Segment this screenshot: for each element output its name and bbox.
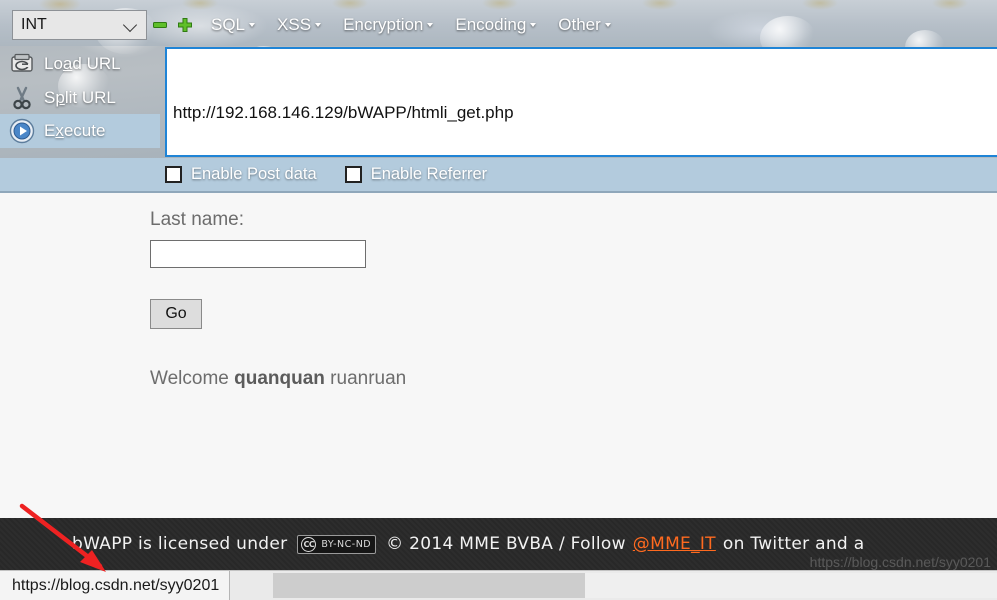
menu-other-label: Other	[558, 15, 601, 34]
footer-license-text: bWAPP is licensed under CC BY-NC-ND © 20…	[72, 534, 864, 554]
mode-select-value: INT	[21, 16, 47, 33]
footer-text-tail: on Twitter and a	[722, 534, 865, 554]
enable-post-data-label: Enable Post data	[191, 164, 317, 183]
welcome-suffix: ruanruan	[324, 368, 407, 389]
hackbar-menubar: SQL XSS Encryption Encoding Other	[200, 12, 622, 38]
caret-down-icon	[604, 23, 611, 27]
plus-icon	[178, 18, 192, 32]
hackbar-divider	[0, 191, 997, 193]
url-textarea[interactable]: http://192.168.146.129/bWAPP/htmli_get.p…	[165, 47, 997, 157]
screenshot-root: INT SQL XSS Encryption Encoding Other Lo…	[0, 0, 997, 600]
menu-other[interactable]: Other	[547, 15, 622, 35]
hackbar-panel: INT SQL XSS Encryption Encoding Other Lo…	[0, 0, 997, 193]
load-url-label: Load URL	[44, 54, 121, 73]
load-url-button[interactable]: Load URL	[0, 47, 160, 81]
caret-down-icon	[427, 23, 434, 27]
url-line-1: http://192.168.146.129/bWAPP/htmli_get.p…	[173, 103, 514, 122]
enable-referrer-checkbox[interactable]	[344, 165, 362, 183]
cc-terms: BY-NC-ND	[321, 538, 372, 550]
horizontal-scrollbar-track[interactable]	[273, 573, 997, 598]
menu-encryption[interactable]: Encryption	[332, 15, 444, 35]
hackbar-checkbox-row: Enable Post data Enable Referrer	[165, 158, 997, 190]
add-tab-button[interactable]	[178, 18, 192, 32]
menu-xss-label: XSS	[277, 15, 312, 34]
play-circle-icon	[0, 118, 44, 144]
menu-sql-label: SQL	[211, 15, 246, 34]
remove-tab-button[interactable]	[153, 18, 167, 32]
split-url-button[interactable]: Split URL	[0, 81, 160, 115]
menu-encoding[interactable]: Encoding	[444, 15, 547, 35]
go-button[interactable]: Go	[150, 299, 202, 329]
footer-text-before: bWAPP is licensed under	[72, 534, 288, 554]
watermark-text: https://blog.csdn.net/syy0201	[809, 554, 991, 570]
lastname-label: Last name:	[150, 209, 244, 230]
welcome-message: Welcome quanquan ruanruan	[150, 368, 997, 390]
load-url-icon	[0, 53, 44, 75]
cc-mark: CC	[301, 536, 317, 552]
page-footer: bWAPP is licensed under CC BY-NC-ND © 20…	[0, 518, 997, 570]
injected-anchor-link[interactable]: quanquan	[234, 368, 325, 389]
execute-label: Execute	[44, 121, 106, 140]
execute-button[interactable]: Execute	[0, 114, 160, 148]
welcome-prefix: Welcome	[150, 368, 235, 389]
menu-sql[interactable]: SQL	[200, 15, 266, 35]
footer-copyright: © 2014 MME BVBA / Follow	[386, 534, 626, 554]
mode-select[interactable]: INT	[12, 10, 147, 40]
minus-icon	[153, 22, 167, 28]
split-url-label: Split URL	[44, 88, 116, 107]
enable-post-data-checkbox[interactable]	[165, 165, 182, 183]
menu-encryption-label: Encryption	[343, 15, 424, 34]
menu-encoding-label: Encoding	[455, 15, 527, 34]
creative-commons-badge-icon: CC BY-NC-ND	[297, 534, 377, 554]
scissors-icon	[0, 86, 44, 110]
horizontal-scrollbar-thumb[interactable]	[273, 573, 585, 598]
caret-down-icon	[530, 23, 537, 27]
twitter-handle-link[interactable]: @MME_IT	[633, 534, 716, 554]
caret-down-icon	[315, 23, 322, 27]
menu-xss[interactable]: XSS	[266, 15, 332, 35]
browser-status-bar: https://blog.csdn.net/syy0201	[0, 570, 997, 600]
enable-referrer-label: Enable Referrer	[370, 164, 488, 183]
lastname-input[interactable]	[150, 240, 366, 268]
caret-down-icon	[249, 23, 256, 27]
enable-referrer-group[interactable]: Enable Referrer	[344, 164, 488, 184]
page-content: Last name: Go Welcome quanquan ruanruan	[0, 193, 997, 518]
chevron-down-icon	[124, 18, 138, 32]
enable-post-data-group[interactable]: Enable Post data	[165, 165, 317, 184]
status-bar-link-preview: https://blog.csdn.net/syy0201	[0, 571, 231, 600]
